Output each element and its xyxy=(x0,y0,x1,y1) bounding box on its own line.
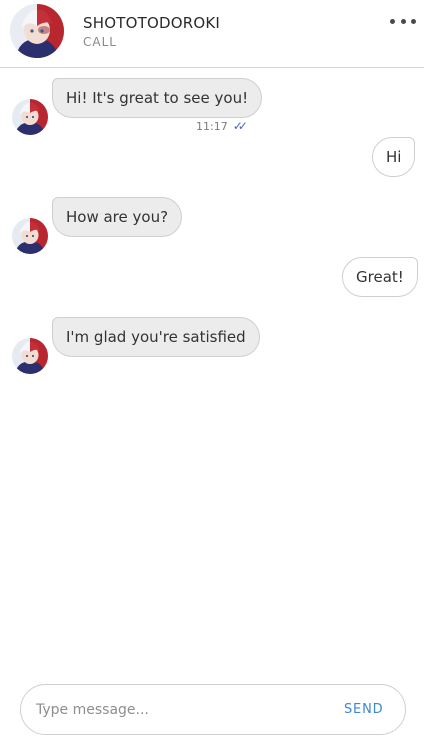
contact-avatar-small xyxy=(12,99,48,135)
outgoing-message-bubble: Hi xyxy=(372,137,416,177)
incoming-message-bubble: I'm glad you're satisfied xyxy=(52,317,260,357)
contact-avatar[interactable] xyxy=(10,4,64,58)
contact-avatar-small xyxy=(12,218,48,254)
menu-dot xyxy=(390,18,395,24)
menu-dot xyxy=(411,18,416,24)
contact-name: SHOTOTODOROKI xyxy=(83,14,220,32)
incoming-message-bubble: Hi! It's great to see you! xyxy=(52,78,263,118)
call-button[interactable]: CALL xyxy=(83,35,117,49)
send-button[interactable]: SEND xyxy=(344,702,383,717)
contact-avatar-small xyxy=(12,338,48,374)
chat-header: SHOTOTODOROKI CALL xyxy=(0,0,424,68)
message-meta: 11:17 ✓✓ xyxy=(196,119,248,133)
message-time: 11:17 xyxy=(196,119,228,133)
more-dots-icon[interactable] xyxy=(390,10,416,32)
message-composer: SEND xyxy=(20,684,406,735)
incoming-message-bubble: How are you? xyxy=(52,197,183,237)
menu-dot xyxy=(400,18,406,24)
double-check-icon: ✓✓ xyxy=(232,119,248,133)
outgoing-message-bubble: Great! xyxy=(342,257,418,297)
message-input[interactable] xyxy=(36,698,326,722)
